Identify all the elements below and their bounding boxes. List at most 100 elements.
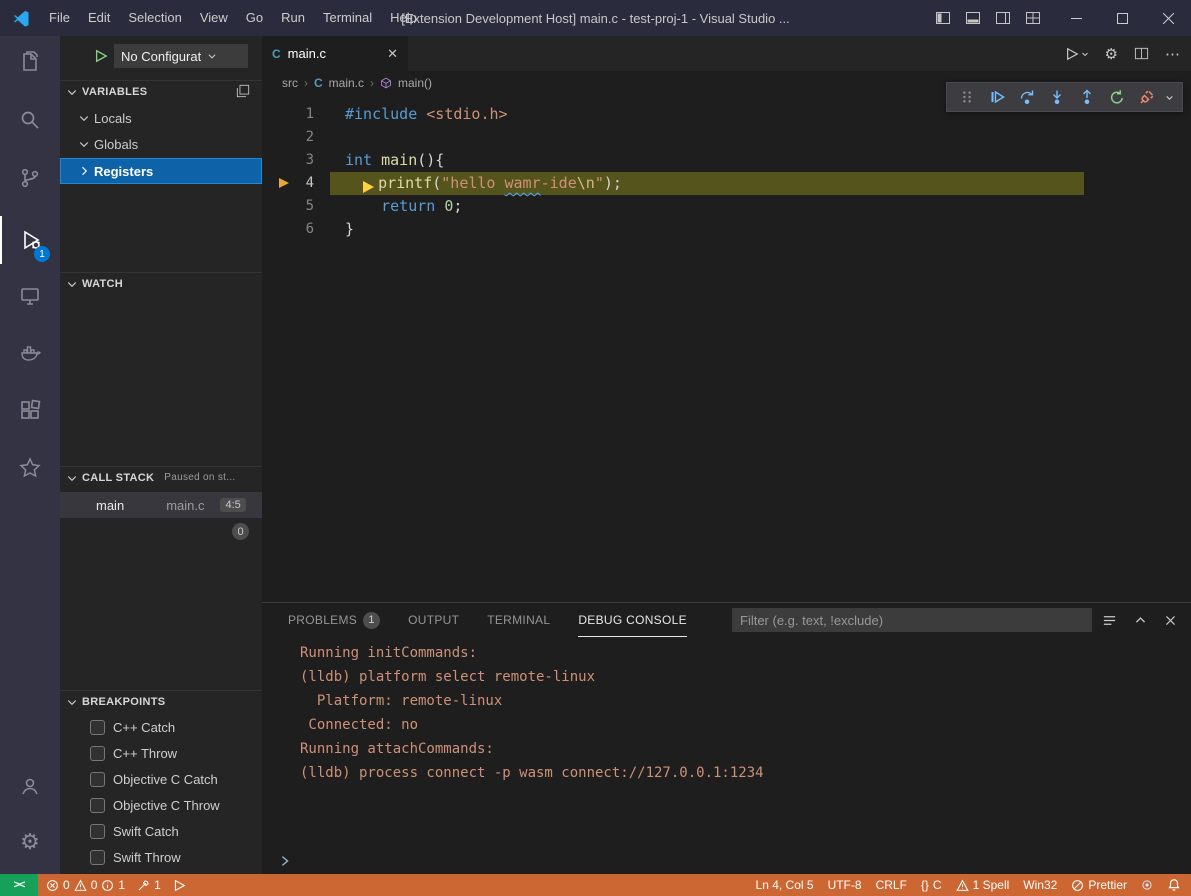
- restart-icon[interactable]: [1105, 85, 1129, 109]
- eol-indicator[interactable]: CRLF: [876, 878, 907, 892]
- maximize-panel-icon[interactable]: [1134, 614, 1147, 627]
- tab-problems[interactable]: PROBLEMS 1: [288, 603, 380, 637]
- console-options-icon[interactable]: [1102, 613, 1117, 628]
- step-into-icon[interactable]: [1045, 85, 1069, 109]
- notifications-bell-icon[interactable]: [1167, 878, 1181, 892]
- toggle-panel-icon[interactable]: [965, 10, 981, 26]
- glyph-margin[interactable]: [262, 103, 292, 126]
- debug-status-icon[interactable]: [173, 879, 186, 892]
- close-panel-icon[interactable]: [1164, 614, 1177, 627]
- spell-checker-status[interactable]: 1 Spell: [956, 878, 1010, 892]
- menu-edit[interactable]: Edit: [79, 0, 119, 36]
- tasks-status[interactable]: 1: [137, 878, 161, 892]
- current-statement-arrow: [363, 176, 378, 188]
- os-target[interactable]: Win32: [1023, 878, 1057, 892]
- tab-debug-console[interactable]: DEBUG CONSOLE: [578, 603, 687, 637]
- remote-indicator[interactable]: ><: [0, 874, 38, 896]
- checkbox[interactable]: [90, 746, 105, 761]
- explorer-icon[interactable]: [0, 38, 60, 86]
- breakpoint-swift-catch[interactable]: Swift Catch: [60, 818, 262, 844]
- glyph-margin[interactable]: [262, 172, 292, 195]
- menu-terminal[interactable]: Terminal: [314, 0, 381, 36]
- glyph-margin[interactable]: [262, 126, 292, 149]
- variables-item-locals[interactable]: Locals: [60, 106, 262, 130]
- call-stack-section-header[interactable]: CALL STACK Paused on st...: [60, 466, 262, 488]
- editor-settings-gear-icon[interactable]: ⚙: [1105, 43, 1118, 65]
- continue-icon[interactable]: [985, 85, 1009, 109]
- code-line[interactable]: 2: [262, 126, 1191, 149]
- breadcrumb-file[interactable]: main.c: [329, 76, 364, 90]
- tab-terminal[interactable]: TERMINAL: [487, 603, 550, 637]
- glyph-margin[interactable]: [262, 149, 292, 172]
- tab-close-icon[interactable]: ✕: [387, 46, 398, 62]
- breadcrumb-folder[interactable]: src: [282, 76, 298, 90]
- disconnect-icon[interactable]: [1135, 85, 1159, 109]
- tab-main-c[interactable]: C main.c ✕: [262, 36, 408, 71]
- menu-file[interactable]: File: [40, 0, 79, 36]
- split-editor-icon[interactable]: [1134, 46, 1149, 61]
- toggle-sidebar-icon[interactable]: [935, 10, 951, 26]
- checkbox[interactable]: [90, 798, 105, 813]
- toolbar-drag-grip[interactable]: [955, 85, 979, 109]
- variables-item-registers[interactable]: Registers: [60, 158, 262, 184]
- open-variables-view-icon[interactable]: [236, 84, 250, 98]
- docker-icon[interactable]: [0, 328, 60, 376]
- run-file-icon[interactable]: [1065, 47, 1089, 61]
- toggle-secondary-sidebar-icon[interactable]: [995, 10, 1011, 26]
- debug-config-dropdown[interactable]: No Configurat: [114, 44, 248, 68]
- menu-selection[interactable]: Selection: [119, 0, 190, 36]
- search-icon[interactable]: [0, 96, 60, 144]
- code-line[interactable]: 6}: [262, 218, 1191, 241]
- settings-gear-icon[interactable]: ⚙: [0, 819, 60, 867]
- code-editor[interactable]: 1#include <stdio.h>23int main(){4 printf…: [262, 94, 1191, 602]
- stack-frame-row[interactable]: main main.c 4:5: [60, 492, 262, 518]
- breakpoint-swift-throw[interactable]: Swift Throw: [60, 844, 262, 870]
- extension-status-icon[interactable]: [1141, 879, 1153, 891]
- extensions-icon[interactable]: [0, 386, 60, 434]
- start-debug-icon[interactable]: [94, 49, 108, 63]
- tab-output[interactable]: OUTPUT: [408, 603, 459, 637]
- console-filter-input[interactable]: [732, 608, 1092, 632]
- formatter-status[interactable]: Prettier: [1071, 878, 1127, 892]
- checkbox[interactable]: [90, 850, 105, 865]
- menu-view[interactable]: View: [191, 0, 237, 36]
- glyph-margin[interactable]: [262, 218, 292, 241]
- breakpoint-objc-throw[interactable]: Objective C Throw: [60, 792, 262, 818]
- minimize-button[interactable]: [1053, 0, 1099, 36]
- breakpoint-cpp-catch[interactable]: C++ Catch: [60, 714, 262, 740]
- encoding-indicator[interactable]: UTF-8: [828, 878, 862, 892]
- breakpoint-cpp-throw[interactable]: C++ Throw: [60, 740, 262, 766]
- favorites-star-icon[interactable]: [0, 444, 60, 492]
- remote-explorer-icon[interactable]: [0, 272, 60, 320]
- run-and-debug-icon[interactable]: 1: [0, 216, 60, 264]
- language-mode[interactable]: {} C: [921, 878, 942, 892]
- step-over-icon[interactable]: [1015, 85, 1039, 109]
- checkbox[interactable]: [90, 772, 105, 787]
- step-out-icon[interactable]: [1075, 85, 1099, 109]
- breadcrumb-symbol[interactable]: main(): [398, 76, 432, 90]
- code-line[interactable]: 4 printf("hello wamr-ide\n");: [262, 172, 1191, 195]
- variables-item-globals[interactable]: Globals: [60, 132, 262, 156]
- code-line[interactable]: 5 return 0;: [262, 195, 1191, 218]
- menu-run[interactable]: Run: [272, 0, 314, 36]
- menu-go[interactable]: Go: [237, 0, 272, 36]
- glyph-margin[interactable]: [262, 195, 292, 218]
- checkbox[interactable]: [90, 720, 105, 735]
- close-button[interactable]: [1145, 0, 1191, 36]
- checkbox[interactable]: [90, 824, 105, 839]
- code-line[interactable]: 3int main(){: [262, 149, 1191, 172]
- more-actions-icon[interactable]: ⋯: [1165, 45, 1181, 63]
- account-icon[interactable]: [0, 762, 60, 810]
- repl-prompt-icon[interactable]: [278, 854, 292, 868]
- cursor-position[interactable]: Ln 4, Col 5: [756, 878, 814, 892]
- variables-section-header[interactable]: VARIABLES: [60, 80, 262, 102]
- problems-summary[interactable]: 0 0 1: [46, 878, 125, 892]
- debug-session-dropdown-icon[interactable]: [1165, 93, 1174, 102]
- source-control-icon[interactable]: [0, 154, 60, 202]
- breakpoint-objc-catch[interactable]: Objective C Catch: [60, 766, 262, 792]
- watch-section-header[interactable]: WATCH: [60, 272, 262, 294]
- customize-layout-icon[interactable]: [1025, 10, 1041, 26]
- maximize-button[interactable]: [1099, 0, 1145, 36]
- breakpoints-section-header[interactable]: BREAKPOINTS: [60, 690, 262, 712]
- debug-console-output[interactable]: Running initCommands: (lldb) platform se…: [300, 641, 764, 785]
